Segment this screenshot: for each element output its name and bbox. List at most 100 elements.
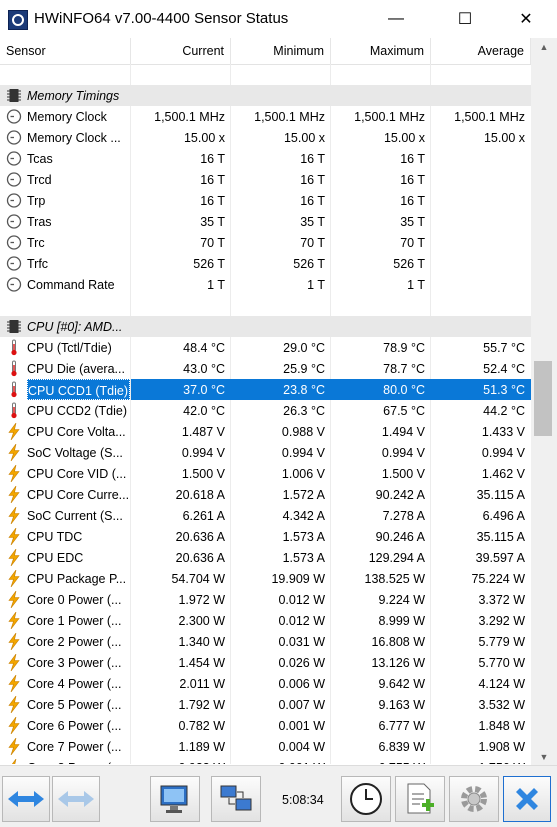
sensor-row[interactable]: Tcas 16 T 16 T 16 T <box>0 148 531 169</box>
maximum-value: 13.126 W <box>371 656 425 670</box>
average-value <box>431 211 531 232</box>
monitor-button[interactable] <box>150 776 200 822</box>
sensor-row[interactable]: Trp 16 T 16 T 16 T <box>0 190 531 211</box>
sensor-name: Memory Clock <box>27 110 107 124</box>
average-value: 1.462 V <box>481 467 525 481</box>
lightning-icon <box>11 759 17 764</box>
vertical-scrollbar[interactable]: ▲ ▼ <box>531 38 557 765</box>
maximum-value: 6.839 W <box>378 740 425 754</box>
sensor-name: Core 8 Power (... <box>27 757 130 764</box>
elapsed-time: 5:08:34 <box>282 793 324 807</box>
current-value: 0.994 V <box>181 446 225 460</box>
sensor-row[interactable]: Core 1 Power (... 2.300 W 0.012 W 8.999 W 3.… <box>0 610 531 631</box>
nav-arrows-disabled-button[interactable] <box>52 776 100 822</box>
current-value: 35 T <box>200 215 225 229</box>
maximum-value: 0.994 V <box>381 446 425 460</box>
average-value: 3.372 W <box>478 593 525 607</box>
add-report-button[interactable] <box>395 776 445 822</box>
column-header-minimum[interactable]: Minimum <box>231 38 331 64</box>
nav-arrows-button[interactable] <box>2 776 50 822</box>
average-value: 1.908 W <box>478 740 525 754</box>
minimum-value: 16 T <box>300 173 325 187</box>
sensor-row[interactable]: Command Rate 1 T 1 T 1 T <box>0 274 531 295</box>
sensor-row[interactable]: Core 0 Power (... 1.972 W 0.012 W 9.224 W 3.… <box>0 589 531 610</box>
sensor-row[interactable]: Core 2 Power (... 1.340 W 0.031 W 16.808 W 5… <box>0 631 531 652</box>
minimize-button[interactable]: — <box>373 0 419 38</box>
lightning-icon <box>8 528 20 545</box>
scroll-down-icon[interactable]: ▼ <box>531 748 557 765</box>
sensor-name: CPU Die (avera... <box>27 362 125 376</box>
network-button[interactable] <box>211 776 261 822</box>
sensor-row[interactable]: CPU Core Curre... 20.618 A 1.572 A 90.242 A… <box>0 484 531 505</box>
close-button[interactable]: ✕ <box>503 0 549 38</box>
average-value: 1,500.1 MHz <box>454 110 525 124</box>
sensor-row[interactable]: SoC Voltage (S... 0.994 V 0.994 V 0.994 V 0.… <box>0 442 531 463</box>
sensor-row[interactable]: CPU (Tctl/Tdie) 48.4 °C 29.0 °C 78.9 °C 55.7… <box>0 337 531 358</box>
sensor-name: CPU Core Volta... <box>27 425 126 439</box>
sensor-row[interactable]: Core 4 Power (... 2.011 W 0.006 W 9.642 W 4.… <box>0 673 531 694</box>
clock-gauge-icon <box>6 214 22 229</box>
sensor-name: CPU Core VID (... <box>27 467 127 481</box>
close-sensors-button[interactable] <box>503 776 551 822</box>
maximum-value: 9.163 W <box>378 698 425 712</box>
sensor-row[interactable]: Memory Clock ... 15.00 x 15.00 x 15.00 x 15.… <box>0 127 531 148</box>
sensor-row[interactable]: CPU Core VID (... 1.500 V 1.006 V 1.500 V 1.… <box>0 463 531 484</box>
average-value: 1.756 W <box>431 757 531 764</box>
settings-button[interactable] <box>449 776 499 822</box>
thermometer-icon <box>11 339 17 356</box>
window-title: HWiNFO64 v7.00-4400 Sensor Status <box>34 10 289 27</box>
sensor-row[interactable]: CPU TDC 20.636 A 1.573 A 90.246 A 35.115 A <box>0 526 531 547</box>
sensor-row[interactable]: Tras 35 T 35 T 35 T <box>0 211 531 232</box>
bottom-toolbar: 5:08:34 <box>0 765 557 827</box>
sensor-row[interactable]: CPU Die (avera... 43.0 °C 25.9 °C 78.7 °C 52… <box>0 358 531 379</box>
maximum-value: 1,500.1 MHz <box>354 110 425 124</box>
sensor-name: Core 1 Power (... <box>27 614 122 628</box>
sensor-row[interactable]: SoC Current (S... 6.261 A 4.342 A 7.278 A 6.… <box>0 505 531 526</box>
sensor-row[interactable]: Core 3 Power (... 1.454 W 0.026 W 13.126 W 5… <box>0 652 531 673</box>
column-header-sensor[interactable]: Sensor <box>0 38 131 64</box>
sensor-row[interactable]: Trfc 526 T 526 T 526 T <box>0 253 531 274</box>
minimum-value: 0.988 V <box>281 425 325 439</box>
average-value: 75.224 W <box>471 572 525 586</box>
average-value: 35.115 A <box>476 530 525 544</box>
timer-button[interactable] <box>341 776 391 822</box>
current-value: 20.636 A <box>175 551 225 565</box>
minimum-value: 0.026 W <box>278 656 325 670</box>
sensor-row[interactable]: Memory Clock 1,500.1 MHz 1,500.1 MHz 1,500.… <box>0 106 531 127</box>
sensor-row[interactable]: Trcd 16 T 16 T 16 T <box>0 169 531 190</box>
sensor-row[interactable]: CPU Package P... 54.704 W 19.909 W 138.525 … <box>0 568 531 589</box>
clock-gauge-icon <box>6 109 22 124</box>
sensor-row[interactable]: Core 6 Power (... 0.782 W 0.001 W 6.777 W 1.… <box>0 715 531 736</box>
scrollbar-thumb[interactable] <box>534 361 552 436</box>
scroll-up-icon[interactable]: ▲ <box>531 38 557 55</box>
lightning-icon <box>8 486 20 503</box>
current-value: 1.792 W <box>178 698 225 712</box>
minimum-value: 0.001 W <box>278 719 325 733</box>
maximum-value: 90.242 A <box>375 488 425 502</box>
average-value: 1.848 W <box>478 719 525 733</box>
app-icon <box>8 10 28 30</box>
sensor-row[interactable]: CPU Core Volta... 1.487 V 0.988 V 1.494 V 1.… <box>0 421 531 442</box>
sensor-row[interactable]: Core 5 Power (... 1.792 W 0.007 W 9.163 W 3.… <box>0 694 531 715</box>
sensor-row[interactable]: Trc 70 T 70 T 70 T <box>0 232 531 253</box>
current-value: 1.340 W <box>178 635 225 649</box>
column-header-maximum[interactable]: Maximum <box>331 38 431 64</box>
sensor-row[interactable]: Core 7 Power (... 1.189 W 0.004 W 6.839 W 1.… <box>0 736 531 757</box>
sensor-row[interactable]: Core 8 Power (...0.923 W0.001 W6.755 W1.… <box>0 757 531 764</box>
sensor-name: CPU Core Curre... <box>27 488 130 502</box>
current-value: 0.782 W <box>178 719 225 733</box>
clock-gauge-icon <box>6 277 22 292</box>
maximum-value: 1.494 V <box>381 425 425 439</box>
sensor-row[interactable]: CPU CCD1 (Tdie) 37.0 °C 23.8 °C 80.0 °C 51.3… <box>0 379 531 400</box>
column-header-current[interactable]: Current <box>131 38 231 64</box>
maximize-button[interactable]: ☐ <box>442 0 488 38</box>
sensor-row[interactable]: CPU EDC 20.636 A 1.573 A 129.294 A 39.597 A <box>0 547 531 568</box>
maximum-value: 67.5 °C <box>383 404 425 418</box>
current-value: 2.011 W <box>179 677 225 691</box>
maximum-value: 16 T <box>400 152 425 166</box>
group-header-row[interactable]: Memory Timings <box>0 85 531 106</box>
group-header-row[interactable]: CPU [#0]: AMD... <box>0 316 531 337</box>
maximum-value: 15.00 x <box>383 131 425 145</box>
sensor-row[interactable]: CPU CCD2 (Tdie) 42.0 °C 26.3 °C 67.5 °C 44.2… <box>0 400 531 421</box>
column-header-average[interactable]: Average <box>431 38 531 64</box>
